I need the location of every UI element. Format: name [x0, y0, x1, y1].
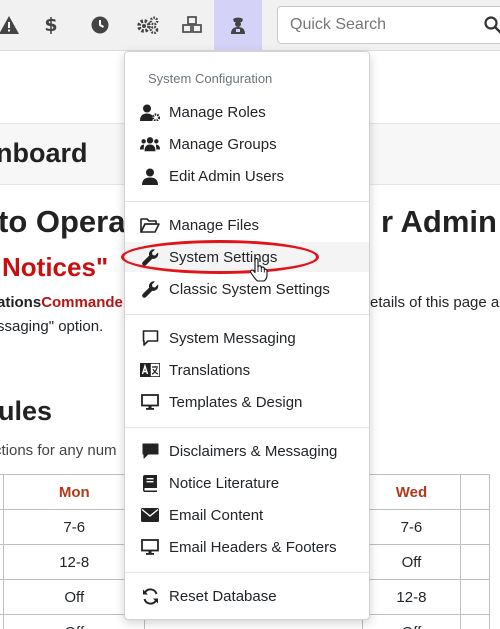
comment-solid-icon [140, 442, 160, 460]
menu-item-label: Templates & Design [169, 393, 303, 411]
desktop-icon [140, 538, 160, 556]
intro-bold-b: Commande [41, 294, 123, 311]
menu-item-label: Manage Files [169, 216, 260, 234]
menu-item-edit-admin-users[interactable]: Edit Admin Users [125, 161, 369, 191]
quick-search-box [277, 6, 500, 44]
admin-user-icon[interactable] [214, 0, 262, 50]
folder-open-icon [140, 216, 160, 234]
table-cell: Off [361, 614, 462, 629]
clock-icon[interactable] [76, 0, 124, 50]
menu-item-classic-system-settings[interactable]: Classic System Settings [125, 274, 369, 304]
dollar-icon[interactable]: $ [27, 0, 75, 50]
dashboard-title: nboard [0, 138, 88, 168]
quick-search-input[interactable] [278, 7, 468, 43]
menu-item-label: Edit Admin Users [169, 167, 285, 185]
menu-divider [125, 427, 369, 428]
table-cell: Off [361, 544, 462, 580]
menu-item-label: Reset Database [169, 587, 277, 605]
menu-item-label: Classic System Settings [169, 280, 330, 298]
table-cell [460, 579, 490, 615]
welcome-heading-left: to Opera [0, 204, 126, 239]
comment-icon [140, 329, 160, 347]
menu-item-translations[interactable]: Translations [125, 355, 369, 385]
menu-item-disclaimers-messaging[interactable]: Disclaimers & Messaging [125, 436, 369, 466]
menu-item-notice-literature[interactable]: Notice Literature [125, 468, 369, 498]
notices-heading: Notices" [2, 252, 109, 282]
menu-item-label: System Settings [169, 248, 278, 266]
menu-item-templates-design[interactable]: Templates & Design [125, 387, 369, 417]
table-cell: 12-8 [361, 579, 462, 615]
menu-divider [125, 572, 369, 573]
book-icon [140, 474, 160, 492]
menu-item-manage-roles[interactable]: Manage Roles [125, 97, 369, 127]
menu-item-label: System Messaging [169, 329, 296, 347]
rules-heading: ules [0, 396, 53, 426]
table-header-cell [460, 474, 490, 510]
rules-description: ctions for any num [0, 442, 117, 459]
intro-line-2: ssaging" option. [0, 318, 104, 335]
search-icon[interactable] [484, 16, 500, 39]
desktop-icon [140, 393, 160, 411]
cubes-icon[interactable] [168, 0, 216, 50]
table-cell: 7-6 [361, 509, 462, 545]
menu-item-label: Email Content [169, 506, 264, 524]
welcome-heading-right: r Admin L [381, 204, 500, 239]
menu-divider [125, 314, 369, 315]
users-icon [140, 135, 160, 153]
system-configuration-menu: System Configuration Manage Roles Manage… [124, 51, 370, 620]
user-icon [140, 167, 160, 185]
menu-item-label: Manage Groups [169, 135, 277, 153]
menu-item-label: Email Headers & Footers [169, 538, 337, 556]
menu-section-header: System Configuration [148, 71, 273, 86]
menu-item-label: Notice Literature [169, 474, 280, 492]
intro-bold-a: ations [0, 294, 42, 311]
intro-line: ationsCommande [0, 294, 123, 311]
table-cell [460, 509, 490, 545]
menu-item-manage-files[interactable]: Manage Files [125, 210, 369, 240]
menu-divider [125, 201, 369, 202]
menu-item-label: Manage Roles [169, 103, 266, 121]
menu-item-label: Translations [169, 361, 251, 379]
table-header-cell: Wed [361, 474, 462, 510]
wrench-icon [140, 280, 160, 298]
cogs-icon[interactable] [124, 0, 172, 50]
language-icon [140, 361, 160, 379]
menu-item-label: Disclaimers & Messaging [169, 442, 338, 460]
user-cog-icon [140, 103, 160, 121]
menu-item-reset-database[interactable]: Reset Database [125, 581, 369, 611]
menu-item-email-headers-footers[interactable]: Email Headers & Footers [125, 532, 369, 562]
table-cell [460, 614, 490, 629]
wrench-icon [140, 248, 160, 266]
envelope-icon [140, 506, 160, 524]
intro-line-right: etails of this page a [370, 294, 500, 311]
menu-item-system-messaging[interactable]: System Messaging [125, 323, 369, 353]
table-cell [460, 544, 490, 580]
top-toolbar: $ [0, 0, 500, 51]
menu-item-system-settings[interactable]: System Settings [125, 242, 369, 272]
menu-item-manage-groups[interactable]: Manage Groups [125, 129, 369, 159]
sync-icon [140, 587, 160, 605]
menu-item-email-content[interactable]: Email Content [125, 500, 369, 530]
